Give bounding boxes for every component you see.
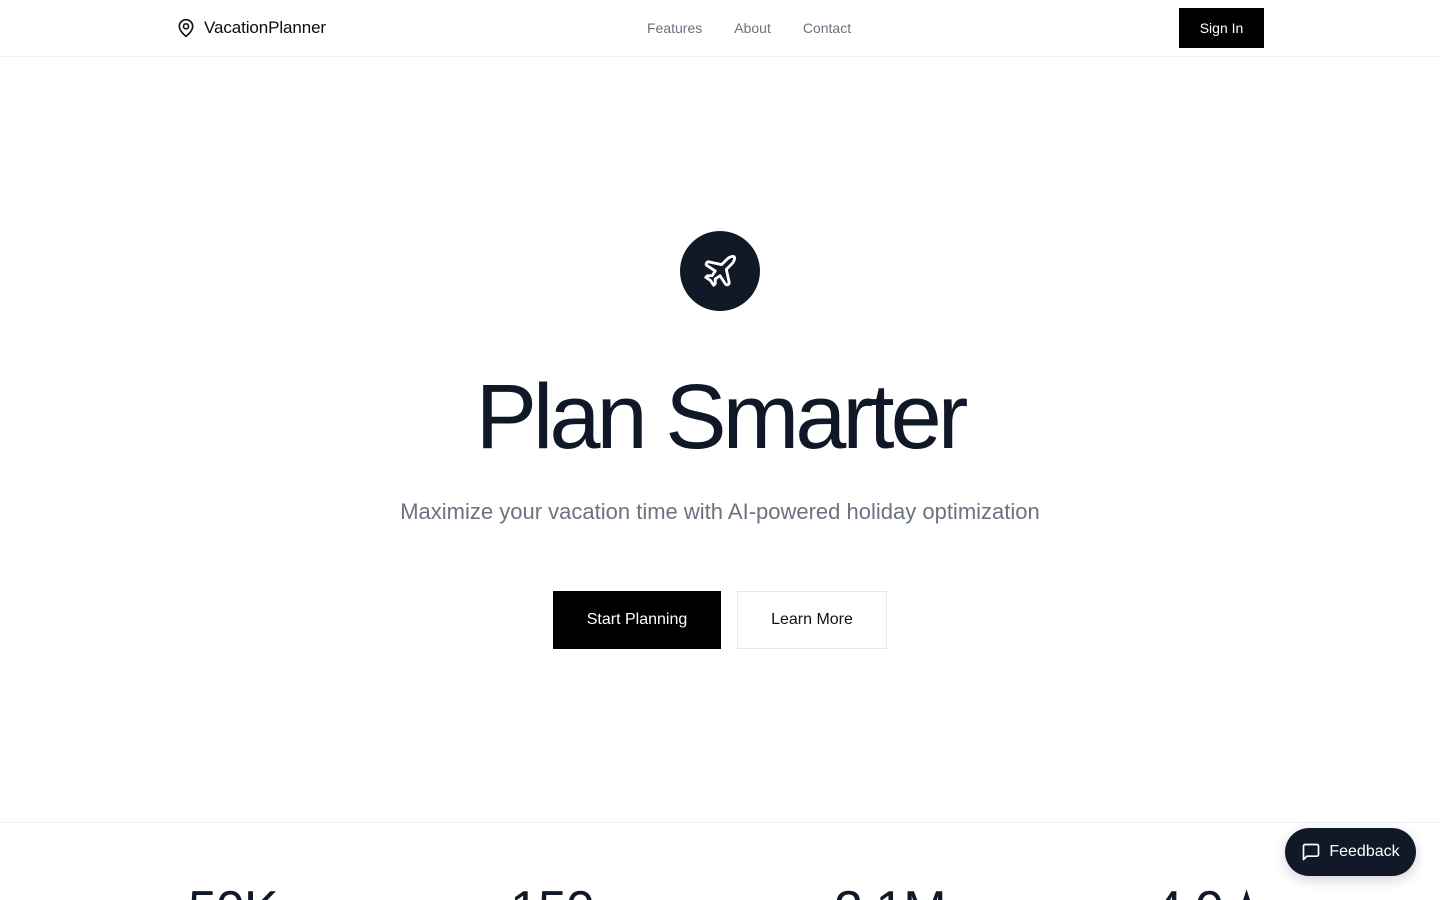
sign-in-button[interactable]: Sign In [1179,8,1264,48]
message-square-icon [1301,842,1321,862]
nav-link-contact[interactable]: Contact [803,19,851,37]
stat-value: 50K [188,880,279,900]
main-nav: Features About Contact [647,19,851,37]
nav-link-about[interactable]: About [734,19,771,37]
feedback-button[interactable]: Feedback [1285,828,1416,876]
nav-link-features[interactable]: Features [647,19,702,37]
airplane-icon [680,231,760,311]
map-pin-icon [176,17,196,39]
section-divider [0,822,1440,823]
hero-subtitle: Maximize your vacation time with AI-powe… [400,499,1040,524]
hero-title: Plan Smarter [475,366,969,468]
brand-logo-link[interactable]: VacationPlanner [176,17,326,39]
stat-value: 2.1M [834,880,947,900]
stat-value: 4.9★ [1154,880,1270,900]
feedback-label: Feedback [1329,843,1400,860]
top-nav-bar: VacationPlanner Features About Contact S… [0,0,1440,57]
start-planning-button[interactable]: Start Planning [553,591,721,649]
brand-name: VacationPlanner [204,18,326,37]
learn-more-button[interactable]: Learn More [737,591,887,649]
stat-value: 150 [510,880,595,900]
stats-band: 50K 150 2.1M 4.9★ [0,880,1440,900]
